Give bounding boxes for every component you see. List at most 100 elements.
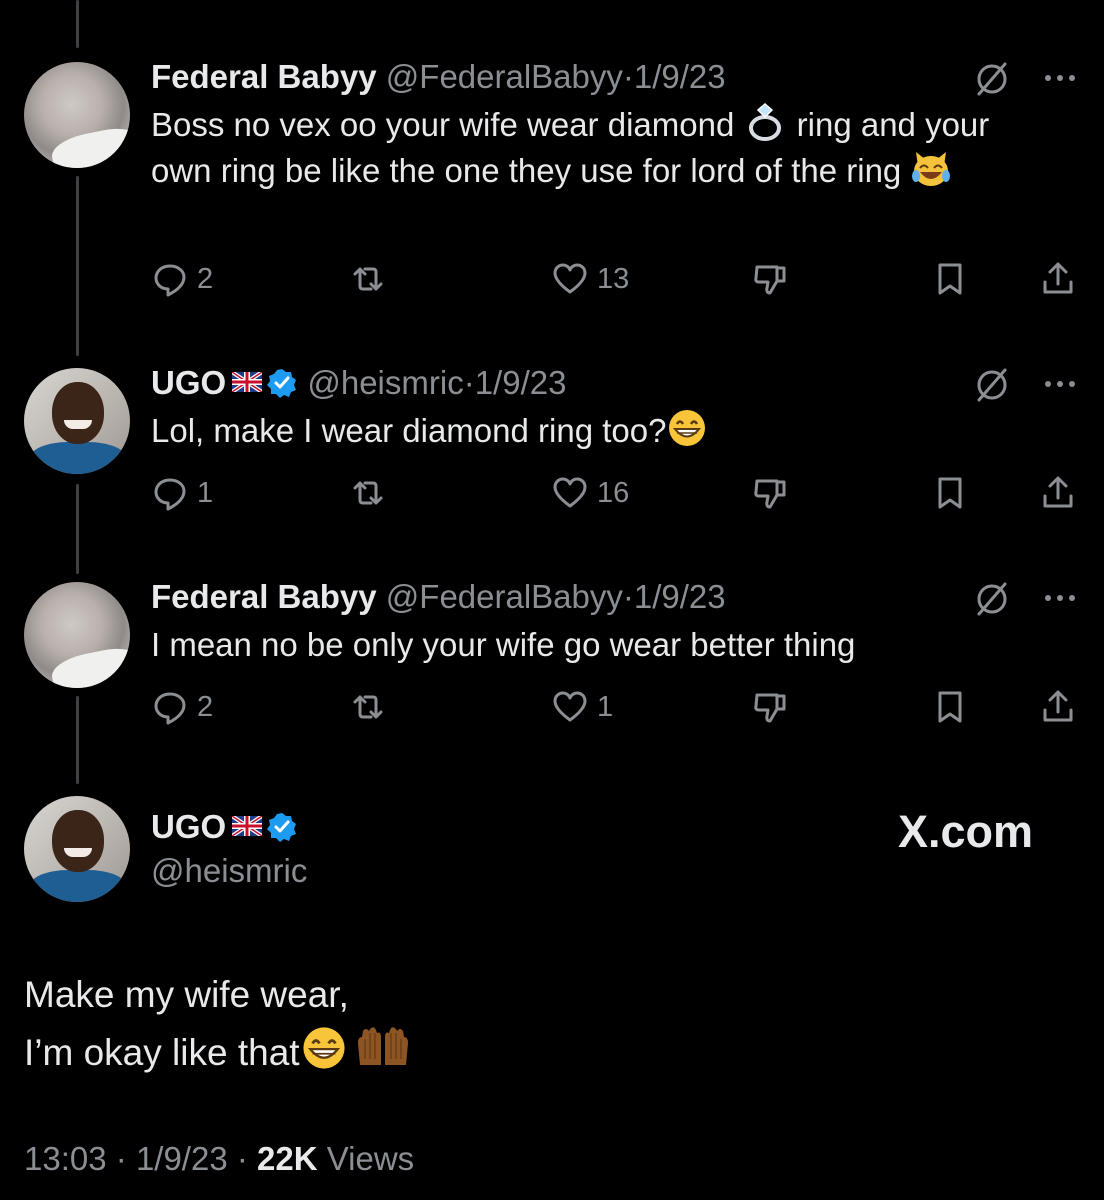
bookmark-icon (938, 691, 962, 723)
like-button[interactable]: 13 (551, 256, 629, 302)
separator: · (236, 1140, 248, 1177)
avatar-face (52, 382, 104, 444)
verified-badge-icon[interactable] (266, 811, 298, 843)
heart-icon (553, 691, 587, 722)
tweet-time[interactable]: 13:03 (24, 1140, 107, 1177)
more-options-icon[interactable] (1040, 578, 1080, 618)
thumbs-down-icon (754, 265, 786, 295)
retweet-button[interactable] (349, 256, 395, 302)
avatar[interactable] (24, 368, 130, 474)
avatar[interactable] (24, 62, 130, 168)
verified-badge-icon[interactable] (266, 367, 298, 399)
views-count[interactable]: 22K (257, 1140, 318, 1177)
separator: · (622, 58, 634, 95)
author-name[interactable]: Federal Babyy (151, 58, 377, 95)
more-options-icon[interactable] (1040, 364, 1080, 404)
tweet[interactable]: Federal Babyy @FederalBabyy·1/9/23 Boss … (0, 0, 1104, 330)
thumbs-down-icon (754, 479, 786, 509)
main-tweet-line-with-emoji: I’m okay like that (24, 1024, 412, 1082)
separator: · (463, 364, 475, 401)
dislike-button[interactable] (751, 256, 789, 302)
author-handle[interactable]: @heismric (307, 364, 463, 401)
separator: · (115, 1140, 127, 1177)
author-handle[interactable]: @heismric (151, 852, 307, 889)
avatar-shirt (30, 870, 126, 902)
grinning-face-emoji (669, 410, 706, 446)
tweet-top-icons (972, 364, 1082, 404)
hide-reply-icon[interactable] (972, 578, 1012, 618)
dislike-button[interactable] (751, 684, 789, 730)
bookmark-icon (938, 477, 962, 509)
retweet-button[interactable] (349, 684, 395, 730)
tweet-text-part: Lol, make I wear diamond ring too? (151, 412, 667, 449)
author-handle[interactable]: @FederalBabyy (386, 58, 623, 95)
tweet-date[interactable]: 1/9/23 (634, 58, 726, 95)
tweet-top-icons (972, 578, 1082, 618)
share-button[interactable] (1039, 470, 1077, 516)
retweet-icon (353, 267, 383, 291)
like-button[interactable]: 1 (551, 684, 613, 730)
uk-flag-icon (232, 816, 263, 836)
share-button[interactable] (1039, 684, 1077, 730)
reply-count: 2 (197, 690, 214, 723)
tweet-actions: 2 1 (151, 684, 1086, 730)
thumbs-down-icon (754, 693, 786, 723)
reply-count: 2 (197, 262, 214, 295)
retweet-button[interactable] (349, 470, 395, 516)
reply-button[interactable]: 2 (151, 684, 213, 730)
author-handle[interactable]: @FederalBabyy (386, 578, 623, 615)
ring-emoji (749, 103, 782, 141)
tweet-header: Federal Babyy @FederalBabyy·1/9/23 (151, 58, 726, 96)
reply-icon (154, 692, 186, 725)
hide-reply-icon[interactable] (972, 364, 1012, 404)
author-name[interactable]: UGO (151, 364, 226, 401)
bookmark-button[interactable] (931, 256, 969, 302)
bookmark-icon (938, 263, 962, 295)
tweet-top-icons (972, 58, 1082, 98)
watermark: X.com (898, 806, 1034, 857)
dislike-button[interactable] (751, 470, 789, 516)
retweet-icon (353, 695, 383, 719)
like-count: 1 (597, 690, 614, 723)
avatar[interactable] (24, 796, 130, 902)
main-tweet-handle: @heismric (151, 852, 307, 890)
tweet[interactable]: UGO @heismric·1/9/23 Lol, make I wear di… (0, 340, 1104, 540)
share-button[interactable] (1039, 256, 1077, 302)
share-icon (1043, 690, 1073, 722)
tweet-date[interactable]: 1/9/23 (475, 364, 567, 401)
main-tweet-line: I’m okay like that (24, 1032, 300, 1073)
heart-icon (553, 263, 587, 294)
separator: · (622, 578, 634, 615)
tweet-actions: 1 16 (151, 470, 1086, 516)
avatar[interactable] (24, 582, 130, 688)
heart-icon (553, 477, 587, 508)
tweet-actions: 2 13 (151, 256, 1086, 302)
like-button[interactable]: 16 (551, 470, 629, 516)
cat-tears-of-joy-emoji (912, 152, 951, 186)
raising-hands-emoji (357, 1027, 408, 1065)
main-tweet-author: UGO (151, 808, 298, 846)
more-options-icon[interactable] (1040, 58, 1080, 98)
reply-button[interactable]: 1 (151, 470, 213, 516)
reply-icon (154, 264, 186, 297)
author-name[interactable]: Federal Babyy (151, 578, 377, 615)
avatar-face (52, 810, 104, 872)
tweet-date[interactable]: 1/9/23 (136, 1140, 228, 1177)
hide-reply-icon[interactable] (972, 58, 1012, 98)
author-name[interactable]: UGO (151, 808, 226, 845)
tweet-text: Boss no vex oo your wife wear diamond ri… (151, 102, 1031, 194)
bookmark-button[interactable] (931, 470, 969, 516)
reply-button[interactable]: 2 (151, 256, 213, 302)
avatar-shirt (30, 442, 126, 474)
tweet-header: UGO @heismric·1/9/23 (151, 364, 566, 402)
like-count: 16 (597, 476, 630, 509)
tweet-text-part: Boss no vex oo your wife wear diamond (151, 106, 744, 143)
tweet[interactable]: Federal Babyy @FederalBabyy·1/9/23 I mea… (0, 560, 1104, 760)
reply-count: 1 (197, 476, 214, 509)
share-icon (1043, 476, 1073, 508)
tweet-header: Federal Babyy @FederalBabyy·1/9/23 (151, 578, 726, 616)
bookmark-button[interactable] (931, 684, 969, 730)
like-count: 13 (597, 262, 630, 295)
grinning-face-emoji (302, 1027, 345, 1069)
tweet-date[interactable]: 1/9/23 (634, 578, 726, 615)
